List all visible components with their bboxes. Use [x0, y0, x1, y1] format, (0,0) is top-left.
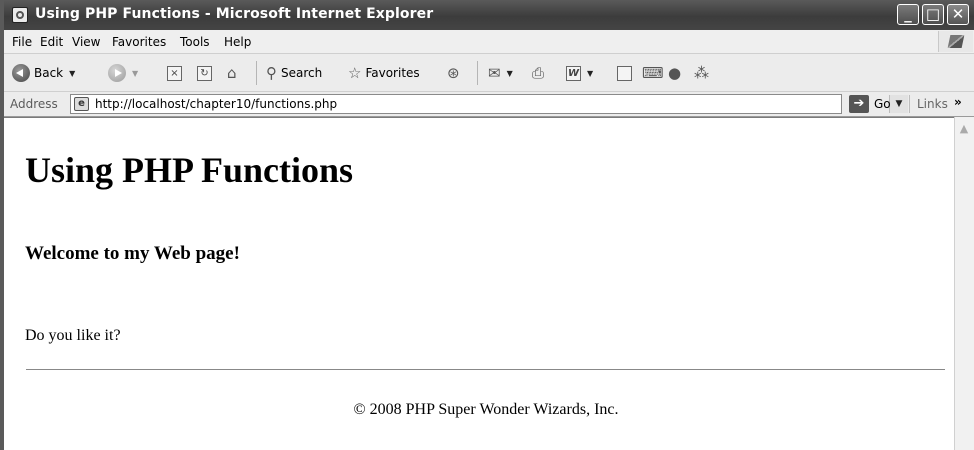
stop-button[interactable]: ×	[167, 63, 182, 83]
scroll-up-icon[interactable]: ▲	[957, 122, 971, 136]
links-chevron-icon[interactable]: »	[954, 95, 962, 109]
back-dropdown-icon[interactable]: ▼	[69, 69, 75, 78]
page-content: Using PHP Functions Welcome to my Web pa…	[4, 117, 954, 450]
menu-favorites[interactable]: Favorites	[112, 35, 166, 49]
forward-button[interactable]: ▼	[108, 63, 138, 83]
window-title: Using PHP Functions - Microsoft Internet…	[35, 6, 434, 22]
messenger-button[interactable]: ●	[668, 63, 681, 83]
page-subtitle: Welcome to my Web page!	[25, 243, 240, 264]
messenger-icon: ●	[668, 64, 682, 82]
back-arrow-icon	[12, 64, 30, 82]
menu-help[interactable]: Help	[224, 35, 251, 49]
go-arrow-icon[interactable]: ➔	[849, 95, 869, 113]
stop-icon: ×	[167, 65, 182, 81]
standard-toolbar: Back ▼ ▼ × ↻ ⌂ ⚲ Search ☆ Favorites ⊛ ✉ …	[4, 54, 974, 92]
search-icon: ⚲	[266, 64, 277, 82]
close-button[interactable]: ✕	[947, 4, 969, 25]
address-label: Address	[10, 97, 58, 111]
favorites-label: Favorites	[365, 66, 420, 80]
menu-view[interactable]: View	[72, 35, 100, 49]
back-button[interactable]: Back ▼	[12, 63, 75, 83]
search-button[interactable]: ⚲ Search	[266, 63, 322, 83]
page-footer: © 2008 PHP Super Wonder Wizards, Inc.	[353, 401, 619, 418]
print-icon: ⎙	[532, 64, 545, 82]
vertical-scrollbar[interactable]: ▲	[954, 117, 974, 450]
address-separator	[909, 95, 910, 113]
address-url[interactable]: http://localhost/chapter10/functions.php	[95, 97, 337, 111]
ie-page-icon: e	[74, 97, 89, 111]
forward-arrow-icon	[108, 64, 126, 82]
print-button[interactable]: ⎙	[532, 63, 544, 83]
refresh-button[interactable]: ↻	[197, 63, 212, 83]
mail-button[interactable]: ✉ ▼	[488, 63, 513, 83]
menu-edit[interactable]: Edit	[40, 35, 63, 49]
discuss-button[interactable]	[617, 63, 632, 83]
page-title: Using PHP Functions	[25, 150, 354, 190]
menu-tools[interactable]: Tools	[180, 35, 210, 49]
edit-word-button[interactable]: W ▼	[566, 63, 593, 83]
minimize-button[interactable]: _	[897, 4, 919, 25]
home-button[interactable]: ⌂	[227, 63, 237, 83]
menu-file[interactable]: File	[12, 35, 32, 49]
horizontal-rule	[26, 369, 945, 370]
history-icon: ⊛	[447, 64, 460, 82]
mail-icon: ✉	[488, 64, 501, 82]
windows-logo-icon	[938, 31, 973, 52]
forward-dropdown-icon[interactable]: ▼	[132, 69, 138, 78]
extra-tool-button[interactable]: ⁂	[694, 63, 709, 83]
research-button[interactable]: ⌨	[642, 63, 664, 83]
search-label: Search	[281, 66, 323, 80]
messenger-buddy-icon: ⁂	[694, 64, 709, 82]
page-question: Do you like it?	[25, 327, 121, 344]
address-bar: Address e http://localhost/chapter10/fun…	[4, 92, 974, 117]
address-input[interactable]: e http://localhost/chapter10/functions.p…	[70, 94, 908, 114]
maximize-button[interactable]: □	[922, 4, 944, 25]
address-dropdown-icon[interactable]: ▼	[889, 95, 908, 113]
word-icon: W	[566, 65, 581, 81]
go-button[interactable]: Go	[874, 97, 891, 111]
title-bar: Using PHP Functions - Microsoft Internet…	[4, 0, 974, 30]
home-icon: ⌂	[227, 64, 237, 82]
browser-window: Using PHP Functions - Microsoft Internet…	[0, 0, 974, 450]
favorites-button[interactable]: ☆ Favorites	[348, 63, 420, 83]
mail-dropdown-icon[interactable]: ▼	[507, 69, 513, 78]
favorites-star-icon: ☆	[348, 64, 362, 82]
research-icon: ⌨	[642, 64, 664, 82]
menu-bar: File Edit View Favorites Tools Help	[4, 30, 974, 54]
discuss-icon	[617, 65, 632, 81]
back-label: Back	[34, 66, 64, 80]
refresh-icon: ↻	[197, 65, 212, 81]
history-button[interactable]: ⊛	[447, 63, 460, 83]
links-button[interactable]: Links	[917, 97, 948, 111]
toolbar-separator	[256, 61, 257, 85]
edit-dropdown-icon[interactable]: ▼	[587, 69, 593, 78]
ie-page-icon	[12, 7, 28, 23]
toolbar-separator	[477, 61, 478, 85]
